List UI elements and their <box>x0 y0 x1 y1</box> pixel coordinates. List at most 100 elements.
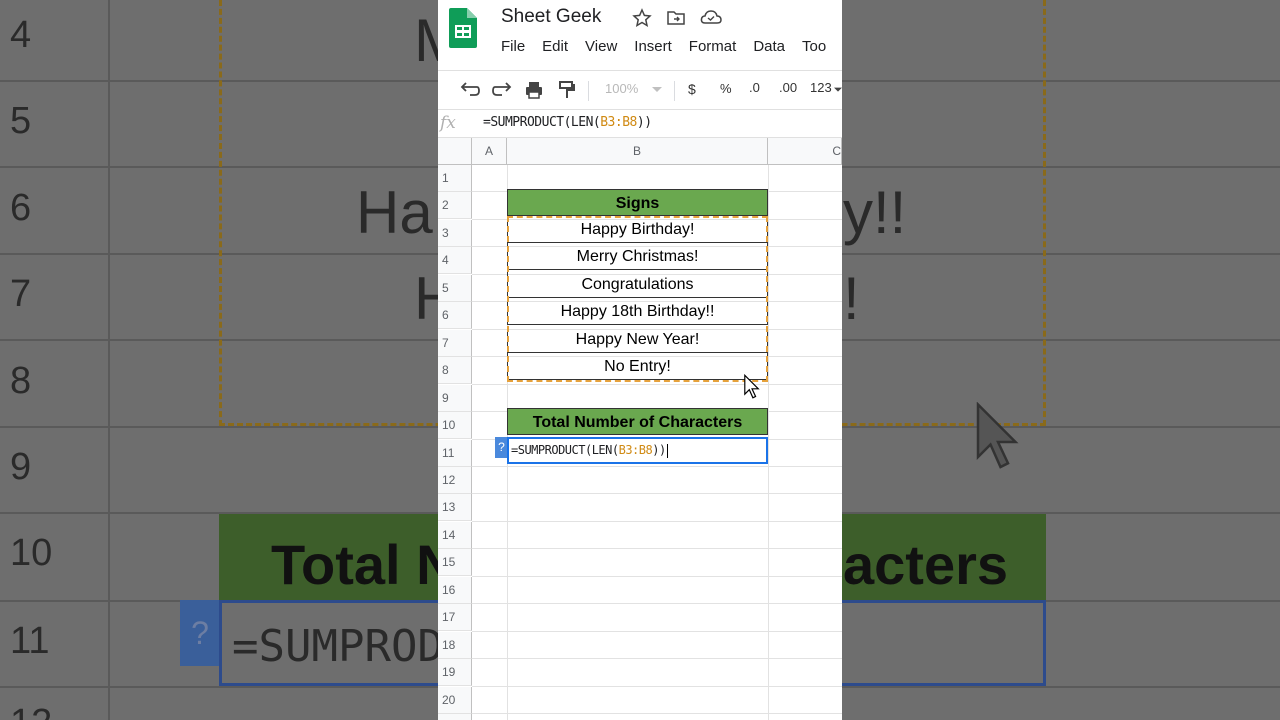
column-header-b[interactable]: B <box>507 138 768 165</box>
row-header[interactable]: 6 <box>438 302 472 330</box>
bg-text: y!! <box>843 179 907 246</box>
row-header[interactable]: 12 <box>438 466 472 494</box>
menu-bar: File Edit View Insert Format Data Too <box>501 38 826 55</box>
grid-line <box>472 658 842 660</box>
row-header[interactable]: 8 <box>438 357 472 385</box>
bg-text: ! <box>843 265 860 332</box>
row-header[interactable]: 10 <box>438 412 472 440</box>
table-row[interactable]: No Entry! <box>507 353 768 380</box>
row-header[interactable]: 2 <box>438 192 472 220</box>
row-header[interactable]: 14 <box>438 521 472 549</box>
decrease-decimal-button[interactable]: .0 <box>749 80 760 95</box>
menu-tools[interactable]: Too <box>802 38 826 55</box>
menu-insert[interactable]: Insert <box>634 38 672 55</box>
star-icon[interactable] <box>632 8 652 28</box>
row-header[interactable]: 16 <box>438 576 472 604</box>
menu-format[interactable]: Format <box>689 38 737 55</box>
bg-hint-badge: ? <box>180 600 220 666</box>
total-header-cell[interactable]: Total Number of Characters <box>507 408 768 435</box>
percent-format-button[interactable]: % <box>720 81 732 96</box>
bg-row-number: 6 <box>10 187 32 229</box>
formula-range-ref: B3:B8 <box>618 443 653 457</box>
formula-text: =SUMPRODUCT(LEN( <box>483 115 601 130</box>
column-header-a[interactable]: A <box>472 138 507 165</box>
row-header[interactable]: 21 <box>438 714 472 720</box>
row-header[interactable]: 19 <box>438 659 472 687</box>
active-cell-editor[interactable]: =SUMPRODUCT(LEN(B3:B8)) <box>507 437 768 464</box>
bg-row-number: 4 <box>10 14 32 56</box>
spreadsheet-grid: A B C 123456789101112131415161718192021 … <box>438 138 842 720</box>
chevron-down-icon[interactable] <box>652 87 662 93</box>
bg-total-text: acters <box>843 533 1009 596</box>
table-row[interactable]: Congratulations <box>507 271 768 298</box>
row-header[interactable]: 20 <box>438 686 472 714</box>
text-caret <box>666 443 668 458</box>
grid-line <box>472 548 842 550</box>
document-title[interactable]: Sheet Geek <box>501 6 601 28</box>
chevron-down-icon[interactable] <box>834 87 842 93</box>
print-icon[interactable] <box>524 80 544 100</box>
table-row[interactable]: Happy New Year! <box>507 326 768 353</box>
bg-divider <box>108 0 110 720</box>
row-header[interactable]: 4 <box>438 247 472 275</box>
signs-header-cell[interactable]: Signs <box>507 189 768 216</box>
row-header[interactable]: 5 <box>438 274 472 302</box>
row-header[interactable]: 17 <box>438 604 472 632</box>
google-sheets-logo-icon[interactable] <box>447 8 477 48</box>
row-header[interactable]: 9 <box>438 384 472 412</box>
row-header[interactable]: 3 <box>438 219 472 247</box>
row-header[interactable]: 11 <box>438 439 472 467</box>
bg-row-number: 7 <box>10 273 32 315</box>
bg-row-number: 9 <box>10 446 32 488</box>
grid-line <box>768 165 769 720</box>
menu-file[interactable]: File <box>501 38 525 55</box>
row-header[interactable]: 1 <box>438 165 472 192</box>
bg-row-number: 10 <box>10 532 53 574</box>
grid-line <box>472 685 842 687</box>
bg-row-number: 8 <box>10 360 32 402</box>
row-header[interactable]: 15 <box>438 549 472 577</box>
menu-view[interactable]: View <box>585 38 617 55</box>
redo-icon[interactable] <box>492 81 512 99</box>
formula-range-ref: B3:B8 <box>600 115 637 130</box>
increase-decimal-button[interactable]: .00 <box>779 80 797 95</box>
title-icons <box>632 8 722 28</box>
bg-row-number: 11 <box>10 620 50 662</box>
grid-line <box>472 630 842 632</box>
fx-icon: fx <box>440 113 456 133</box>
row-header[interactable]: 7 <box>438 329 472 357</box>
table-row[interactable]: Happy 18th Birthday!! <box>507 298 768 325</box>
mouse-pointer-icon <box>744 374 760 399</box>
grid-line <box>472 713 842 714</box>
move-folder-icon[interactable] <box>666 8 686 28</box>
grid-line <box>472 493 842 495</box>
cloud-status-icon[interactable] <box>700 8 722 28</box>
undo-icon[interactable] <box>460 81 480 99</box>
bg-text: Ha <box>356 179 433 246</box>
grid-line <box>472 520 842 522</box>
zoom-select[interactable]: 100% <box>605 81 638 96</box>
bg-row-number: 5 <box>10 100 32 142</box>
toolbar: 100% $ % .0 .00 123 <box>438 70 842 110</box>
menu-edit[interactable]: Edit <box>542 38 568 55</box>
column-header-c[interactable]: C <box>768 138 842 165</box>
row-header[interactable]: 18 <box>438 631 472 659</box>
formula-text: )) <box>652 443 666 457</box>
grid-line <box>472 575 842 577</box>
table-row[interactable]: Merry Christmas! <box>507 243 768 270</box>
grid-line <box>472 465 842 467</box>
bg-row-number: 12 <box>0 702 108 720</box>
menu-data[interactable]: Data <box>753 38 785 55</box>
formula-text: )) <box>636 115 652 130</box>
row-header[interactable]: 13 <box>438 494 472 522</box>
grid-line <box>472 383 842 385</box>
title-bar: Sheet Geek File Edit View Insert Format … <box>438 0 842 68</box>
formula-bar: fx =SUMPRODUCT(LEN(B3:B8)) <box>438 109 842 138</box>
table-row[interactable]: Happy Birthday! <box>507 216 768 243</box>
currency-format-button[interactable]: $ <box>688 81 696 97</box>
paint-format-icon[interactable] <box>558 80 576 100</box>
more-formats-button[interactable]: 123 <box>810 80 832 95</box>
select-all-corner[interactable] <box>438 138 472 165</box>
formula-bar-input[interactable]: =SUMPRODUCT(LEN(B3:B8)) <box>483 115 652 130</box>
grid-line <box>472 603 842 605</box>
